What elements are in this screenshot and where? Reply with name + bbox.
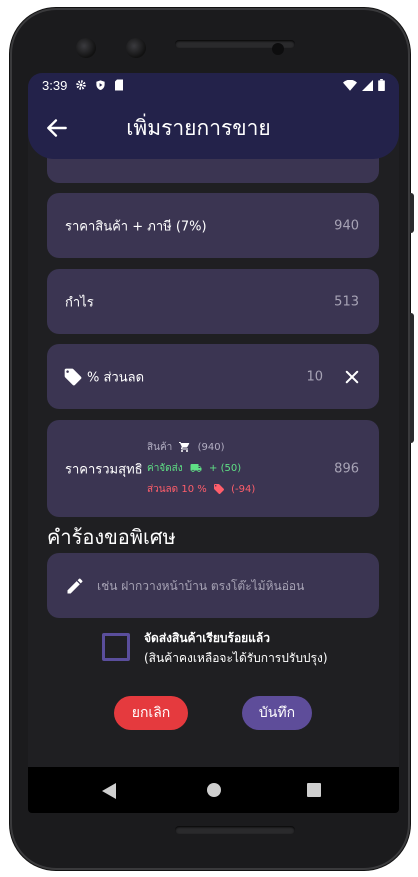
status-right-icons xyxy=(343,79,385,91)
form-content: ราคาสินค้า + ภาษี (7%) 940 กำไร 513 % ส่… xyxy=(28,73,399,813)
discount-tag-icon xyxy=(213,484,224,495)
volume-button xyxy=(410,313,414,443)
breakdown-discount-value: (-94) xyxy=(231,484,256,495)
special-request-card[interactable] xyxy=(47,553,379,618)
app-bar: เพิ่มรายการขาย xyxy=(28,97,399,159)
truck-icon xyxy=(190,464,202,472)
price-with-tax-label: ราคาสินค้า + ภาษี (7%) xyxy=(65,219,207,234)
breakdown-shipping-value: + (50) xyxy=(209,463,242,474)
nav-recents-icon[interactable] xyxy=(307,783,321,797)
screen: ราคาสินค้า + ภาษี (7%) 940 กำไร 513 % ส่… xyxy=(28,73,399,813)
save-button[interactable]: บันทึก xyxy=(242,696,312,730)
page-title: เพิ่มรายการขาย xyxy=(126,115,271,140)
sd-card-icon xyxy=(115,79,124,91)
power-button xyxy=(410,193,414,233)
net-total-label: ราคารวมสุทธิ xyxy=(65,462,143,477)
settings-gear-icon xyxy=(76,80,87,90)
profit-label: กำไร xyxy=(65,295,94,310)
breakdown-discount-label: ส่วนลด 10 % xyxy=(147,484,207,495)
discount-label: % ส่วนลด xyxy=(87,370,145,385)
wifi-icon xyxy=(343,79,357,91)
front-camera xyxy=(76,38,96,58)
delivered-checkbox[interactable] xyxy=(102,633,130,661)
price-with-tax-card: ราคาสินค้า + ภาษี (7%) 940 xyxy=(47,193,379,258)
status-bar: 3:39 xyxy=(28,73,399,97)
shield-icon xyxy=(96,80,105,91)
profit-card: กำไร 513 xyxy=(47,269,379,334)
discount-value[interactable]: 10 xyxy=(306,369,323,384)
back-arrow-icon[interactable] xyxy=(44,115,70,141)
cancel-button[interactable]: ยกเลิก xyxy=(114,696,188,730)
nav-back-icon[interactable] xyxy=(102,783,116,799)
delivered-label-sub: (สินค้าคงเหลือจะได้รับการปรับปรุง) xyxy=(144,651,328,665)
proximity-sensor xyxy=(272,43,284,55)
breakdown-shipping: ค่าจัดส่ง + (50) xyxy=(147,458,255,479)
breakdown-product-label: สินค้า xyxy=(147,442,173,453)
system-nav-bar xyxy=(28,767,399,813)
front-sensor xyxy=(126,38,146,58)
status-time: 3:39 xyxy=(42,77,68,93)
breakdown-product-value: (940) xyxy=(197,442,225,453)
bottom-speaker xyxy=(175,826,295,834)
net-total-card: ราคารวมสุทธิ สินค้า (940) ค่าจัดส่ง + (5… xyxy=(47,420,379,517)
nav-home-icon[interactable] xyxy=(207,783,221,797)
cart-icon xyxy=(179,442,190,452)
tag-icon xyxy=(64,368,82,385)
close-icon[interactable] xyxy=(343,368,361,386)
special-request-input[interactable] xyxy=(97,578,362,593)
price-with-tax-value: 940 xyxy=(334,218,359,233)
signal-icon xyxy=(362,79,373,91)
price-breakdown: สินค้า (940) ค่าจัดส่ง + (50) ส่วนลด 10 … xyxy=(147,437,255,500)
breakdown-discount: ส่วนลด 10 % (-94) xyxy=(147,479,255,500)
delivered-label-main: จัดส่งสินค้าเรียบร้อยแล้ว xyxy=(144,631,271,645)
breakdown-shipping-label: ค่าจัดส่ง xyxy=(147,463,183,474)
discount-card[interactable]: % ส่วนลด 10 xyxy=(47,344,379,409)
breakdown-product: สินค้า (940) xyxy=(147,437,255,458)
delivered-label: จัดส่งสินค้าเรียบร้อยแล้ว (สินค้าคงเหลือ… xyxy=(144,628,328,668)
profit-value: 513 xyxy=(334,294,359,309)
pencil-icon xyxy=(67,577,83,593)
special-request-title: คำร้องขอพิเศษ xyxy=(47,525,176,549)
net-total-value: 896 xyxy=(334,461,359,476)
battery-icon xyxy=(378,79,385,91)
